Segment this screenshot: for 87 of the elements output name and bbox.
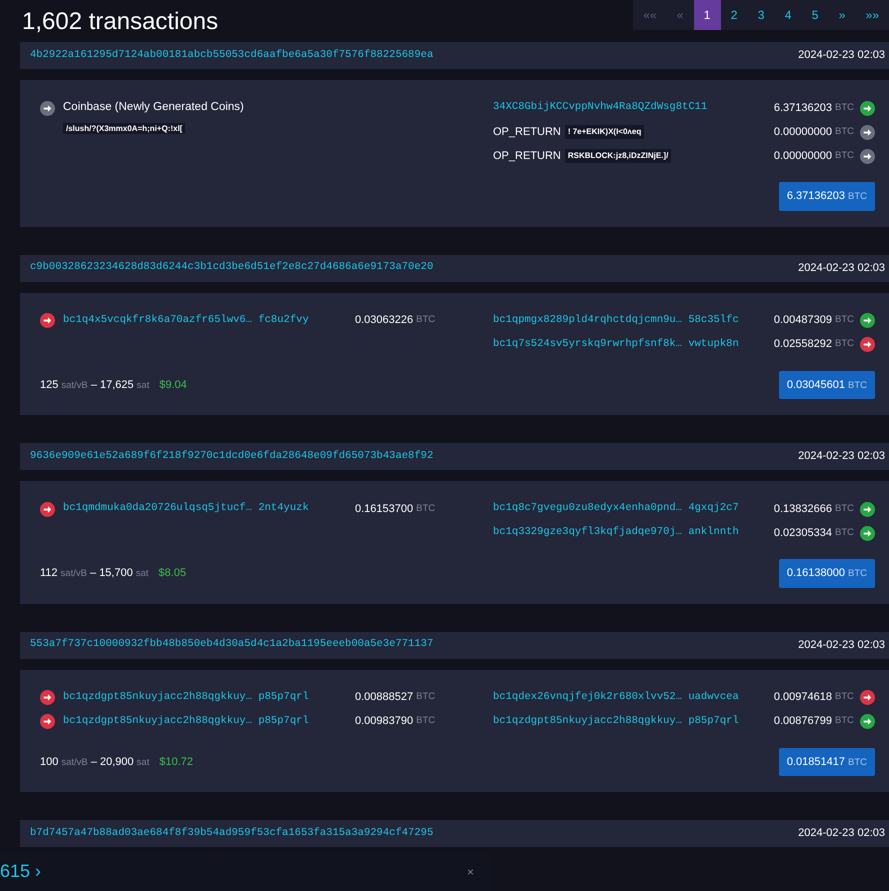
page-link[interactable]: »	[828, 0, 856, 30]
close-button[interactable]: ×	[460, 862, 480, 882]
unit-label: BTC	[835, 124, 854, 139]
fee-usd: $8.05	[158, 567, 186, 579]
arrow-right-circle-icon[interactable]	[860, 124, 875, 140]
unit-label: BTC	[835, 313, 854, 328]
timestamp: 2024-02-23 02:03	[798, 638, 885, 653]
output-address-link[interactable]: 34XC8GbijKCCvppNvhw4Ra8QZdWsg8tC11	[493, 100, 708, 116]
page-link[interactable]: 1	[694, 0, 721, 30]
output-address-link[interactable]: bc1qdex26vnqjfej0k2r680xlvv52… uadwvcea	[493, 690, 739, 706]
output-amount: 0.00876799	[774, 714, 832, 730]
fee-usd: $9.04	[159, 378, 187, 390]
op-return-data: ! 7e+EKIK)X(I<0ʌeq	[564, 125, 644, 139]
page-link[interactable]: 4	[774, 0, 802, 30]
transaction-id-link[interactable]: 9636e909e61e52a689f6f218f9270c1dcd0e6fda28648e09fd65073b43ae8f92	[30, 448, 434, 464]
total-amount-button[interactable]: 0.01851417 BTC	[778, 748, 875, 776]
op-return-label: OP_RETURN	[493, 124, 561, 140]
output-amount: 0.13832666	[774, 502, 832, 517]
timestamp: 2024-02-23 02:03	[798, 826, 885, 842]
unit-label: BTC	[835, 690, 854, 704]
arrow-right-circle-icon[interactable]	[860, 148, 875, 164]
op-return-data: RSKBLOCK:jz8,iDzZINjE.]/	[564, 149, 672, 163]
output-amount: 0.02558292	[774, 337, 832, 352]
transaction-id-link[interactable]: c9b00328623234628d83d6244c3b1cd3be6d51ef2e8c27d4686a6e9173a70e20	[30, 260, 434, 276]
unit-label: BTC	[835, 526, 854, 540]
arrow-right-circle-icon[interactable]	[860, 502, 875, 516]
input-amount: 0.00983790	[355, 714, 414, 730]
unit-label: BTC	[416, 690, 436, 704]
input-address-link[interactable]: bc1qmdmuka0da20726ulqsq5jtucf… 2nt4yuzk	[63, 501, 355, 517]
output-amount: 0.00487309	[774, 313, 832, 328]
page-title: 1,602 transactions	[22, 7, 218, 37]
output-address-link[interactable]: bc1qzdgpt85nkuyjacc2h88qgkkuy… p85p7qrl	[493, 714, 739, 730]
output-amount: 0.00974618	[774, 690, 832, 706]
unit-label: BTC	[835, 100, 854, 115]
unit-label: BTC	[835, 714, 854, 728]
transaction-id-link[interactable]: 4b2922a161295d7124ab00181abcb55053cd6aafbe6a5a30f7576f88225689ea	[30, 48, 434, 64]
coinbase-label: Coinbase (Newly Generated Coins)	[63, 100, 244, 116]
unit-label: BTC	[835, 502, 854, 516]
arrow-right-circle-icon[interactable]	[40, 502, 55, 516]
input-address-link[interactable]: bc1qzdgpt85nkuyjacc2h88qgkkuy… p85p7qrl	[63, 690, 355, 706]
page-link[interactable]: 5	[802, 0, 829, 30]
timestamp: 2024-02-23 02:03	[798, 48, 885, 64]
arrow-right-circle-icon[interactable]	[860, 690, 875, 705]
unit-label: BTC	[416, 714, 436, 728]
transaction-id-link[interactable]: 553a7f737c10000932fbb48b850eb4d30a5d4c1a2ba1195eeeb00a5e3e771137	[30, 637, 434, 653]
arrow-right-circle-icon[interactable]	[860, 100, 875, 116]
fee-text: 112 sat/vB – 15,700 sat	[40, 567, 149, 579]
arrow-right-circle-icon[interactable]	[40, 690, 55, 705]
arrow-right-circle-icon[interactable]	[860, 714, 875, 729]
output-amount: 0.02305334	[774, 526, 832, 541]
arrow-right-circle-icon[interactable]	[40, 313, 55, 328]
timestamp: 2024-02-23 02:03	[798, 449, 885, 464]
timestamp: 2024-02-23 02:03	[798, 260, 885, 276]
input-amount: 0.00888527	[355, 690, 414, 706]
block-link[interactable]: 615 ›	[0, 858, 42, 885]
output-amount: 6.37136203	[774, 100, 832, 116]
input-address-link[interactable]: bc1qzdgpt85nkuyjacc2h88qgkkuy… p85p7qrl	[63, 714, 355, 730]
input-address-link[interactable]: bc1q4x5vcqkfr8k6a70azfr65lwv6… fc8u2fvy	[63, 312, 355, 328]
output-amount: 0.00000000	[774, 148, 832, 164]
fee-usd: $10.72	[159, 756, 193, 768]
output-address-link[interactable]: bc1qpmgx8289pld4rqhctdqjcmn9u… 58c35lfc	[493, 312, 739, 328]
total-amount-button[interactable]: 0.16138000 BTC	[778, 559, 875, 588]
unit-label: BTC	[835, 337, 854, 352]
coinbase-script: /slush/?(X3mmx0A=h;ni+Q:!xl[	[63, 123, 186, 134]
total-amount-button[interactable]: 0.03045601 BTC	[778, 370, 875, 399]
op-return-label: OP_RETURN	[493, 148, 561, 164]
output-address-link[interactable]: bc1q8c7gvegu0zu8edyx4enha0pnd… 4gxqj2c7	[493, 501, 739, 517]
page-link[interactable]: 2	[720, 0, 748, 30]
unit-label: BTC	[416, 313, 436, 328]
total-amount-button[interactable]: 6.37136203 BTC	[778, 182, 875, 210]
unit-label: BTC	[835, 148, 854, 163]
output-address-link[interactable]: bc1q7s524sv5yrskq9rwrhpfsnf8k… vwtupk8n	[493, 336, 739, 352]
unit-label: BTC	[416, 502, 436, 516]
input-amount: 0.16153700	[355, 502, 414, 517]
transaction-id-link[interactable]: b7d7457a47b88ad03ae684f8f39b54ad959f53cfa1653fa315a3a9294cf47295	[30, 826, 434, 842]
arrow-right-circle-icon[interactable]	[40, 100, 55, 116]
output-amount: 0.00000000	[774, 124, 832, 140]
page-link[interactable]: »»	[856, 0, 889, 30]
fee-text: 125 sat/vB – 17,625 sat	[40, 378, 150, 390]
fee-text: 100 sat/vB – 20,900 sat	[40, 756, 150, 768]
arrow-right-circle-icon[interactable]	[40, 714, 55, 729]
page-link[interactable]: 3	[748, 0, 775, 30]
input-amount: 0.03063226	[355, 313, 414, 328]
output-address-link[interactable]: bc1q3329gze3qyfl3kqfjadqe970j… anklnnth	[493, 525, 739, 541]
arrow-right-circle-icon[interactable]	[860, 526, 875, 540]
arrow-right-circle-icon[interactable]	[860, 337, 875, 352]
arrow-right-circle-icon[interactable]	[860, 313, 875, 328]
